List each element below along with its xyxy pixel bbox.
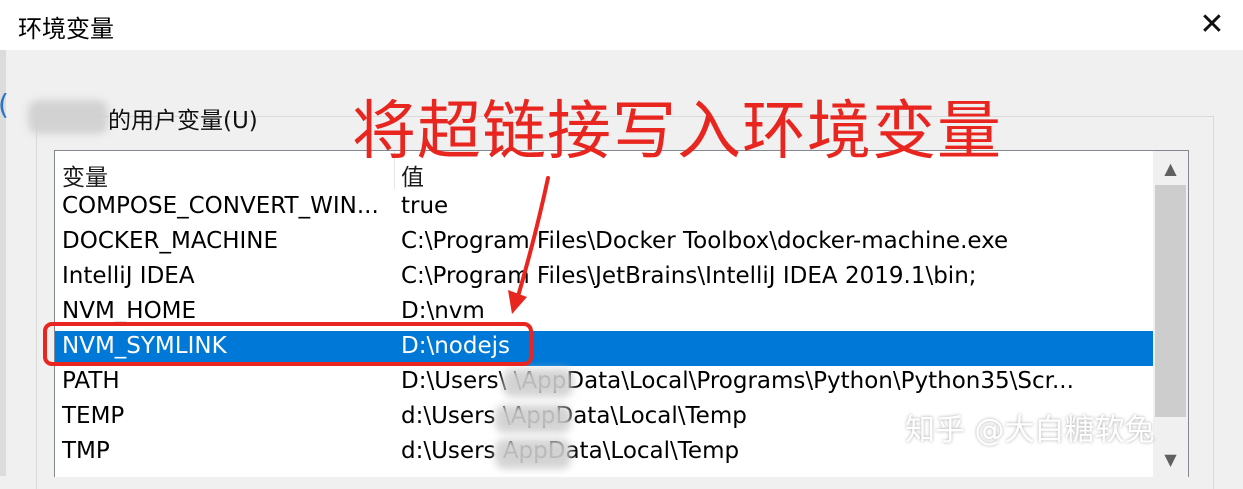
variable-name: COMPOSE_CONVERT_WIN... — [62, 193, 379, 219]
user-variables-label: 的用户变量(U) — [108, 108, 258, 134]
variable-name: IntelliJ IDEA — [62, 263, 195, 289]
variable-name: PATH — [62, 368, 120, 394]
title-bar: 环境变量 ✕ — [0, 0, 1243, 50]
table-row[interactable]: IntelliJ IDEA C:\Program Files\JetBrains… — [55, 261, 1153, 296]
window-title: 环境变量 — [18, 15, 114, 43]
variable-name: DOCKER_MACHINE — [62, 228, 279, 254]
annotation-caption: 将超链接写入环境变量 — [352, 95, 1002, 169]
close-icon: ✕ — [1199, 6, 1225, 42]
variable-value: d:\Users \AppData\Local\Temp — [401, 403, 747, 429]
vertical-scrollbar[interactable]: ▲ ▼ — [1153, 151, 1188, 477]
variable-name: TEMP — [62, 403, 125, 429]
annotation-highlight-box — [43, 322, 533, 366]
variable-value: D:\Users\ \AppData\Local\Programs\Python… — [401, 368, 1074, 394]
redacted-path-segment — [503, 369, 573, 397]
variable-value: C:\Program Files\JetBrains\IntelliJ IDEA… — [401, 263, 977, 289]
scroll-down-button[interactable]: ▼ — [1153, 441, 1188, 477]
table-row[interactable]: COMPOSE_CONVERT_WIN... true — [55, 191, 1153, 226]
variable-name: TMP — [62, 438, 110, 464]
chevron-down-icon: ▼ — [1164, 449, 1177, 469]
table-row[interactable]: PATH D:\Users\ \AppData\Local\Programs\P… — [55, 366, 1153, 401]
redacted-path-segment — [495, 405, 571, 433]
variable-name: NVM_HOME — [62, 298, 197, 324]
variable-value: C:\Program Files\Docker Toolbox\docker-m… — [401, 228, 1009, 254]
redacted-path-segment — [495, 439, 571, 469]
chevron-up-icon: ▲ — [1164, 158, 1177, 178]
redacted-username — [28, 100, 108, 134]
close-button[interactable]: ✕ — [1189, 2, 1235, 46]
scroll-thumb[interactable] — [1155, 185, 1186, 417]
table-row[interactable]: DOCKER_MACHINE C:\Program Files\Docker T… — [55, 226, 1153, 261]
variable-value: D:\nvm — [401, 298, 485, 324]
watermark: 知乎 @大白糖软兔 — [905, 413, 1155, 448]
column-header-variable[interactable]: 变量 — [62, 158, 108, 192]
partial-edge-icon: ( — [0, 88, 9, 121]
variable-value: true — [401, 193, 449, 219]
scroll-up-button[interactable]: ▲ — [1153, 151, 1188, 185]
